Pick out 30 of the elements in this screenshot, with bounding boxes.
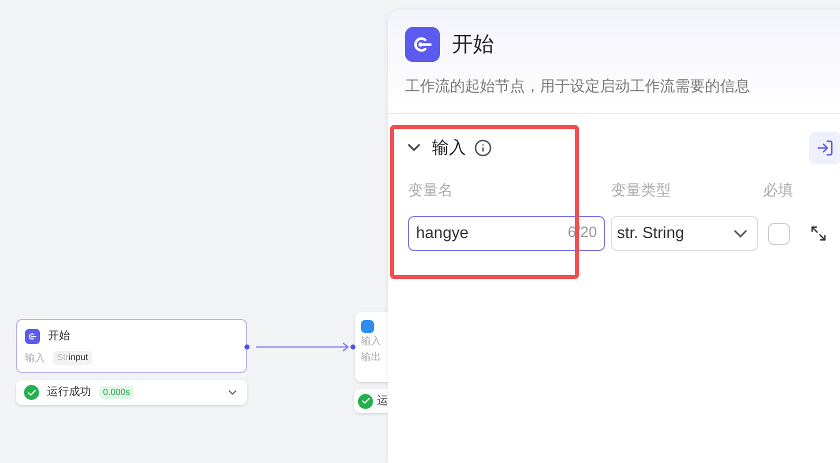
collapse-toggle[interactable] [408, 144, 420, 151]
field-label: 输入 [361, 335, 382, 349]
node-title: 开始 [48, 329, 70, 344]
column-header: 必填 [763, 180, 793, 200]
info-icon[interactable] [474, 138, 492, 156]
status-text: 运行成功 [47, 385, 91, 400]
caret-icon [734, 230, 747, 238]
time-badge: 0.000s [99, 386, 134, 400]
node-icon [361, 320, 374, 333]
panel-title: 开始 [452, 32, 494, 58]
start-node-icon [405, 27, 440, 62]
column-header: 变量名 [408, 180, 454, 200]
field-value: Strinput [53, 351, 92, 365]
section-title: 输入 [432, 136, 466, 159]
success-icon [358, 394, 373, 408]
chevron-icon [408, 144, 420, 151]
field-label: 输入 [25, 352, 45, 366]
variable-type-dropdown[interactable]: str. String [611, 216, 758, 251]
import-button[interactable] [809, 132, 840, 164]
start-node-icon [25, 328, 40, 344]
start-node[interactable]: 开始 输入 Strinput [16, 319, 247, 373]
column-header: 变量类型 [611, 180, 672, 200]
success-icon [24, 385, 39, 400]
status-text: 运 [377, 394, 388, 409]
required-checkbox[interactable] [768, 222, 790, 244]
panel-description: 工作流的起始节点，用于设定启动工作流需要的信息 [405, 77, 751, 97]
field-value: hangye [416, 224, 468, 244]
expand-icon[interactable] [810, 225, 827, 242]
import-icon [816, 138, 834, 156]
field-label: 输出 [361, 351, 382, 365]
